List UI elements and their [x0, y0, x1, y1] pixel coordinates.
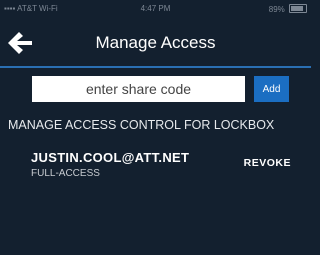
- status-time: 4:47 PM: [140, 4, 171, 13]
- page-title: Manage Access: [95, 33, 216, 52]
- status-bar: ▪▪▪▪ AT&T Wi-Fi 4:47 PM 89%: [0, 0, 311, 20]
- user-email: JUSTIN.COOL@ATT.NET: [31, 150, 190, 165]
- add-button[interactable]: Add: [254, 76, 289, 102]
- battery-percent: 89%: [268, 5, 285, 14]
- access-level: FULL-ACCESS: [31, 168, 100, 179]
- share-code-input[interactable]: [32, 76, 245, 102]
- revoke-button[interactable]: REVOKE: [244, 157, 291, 169]
- access-list-item: JUSTIN.COOL@ATT.NET FULL-ACCESS REVOKE: [0, 146, 311, 186]
- status-right: 89%: [269, 4, 307, 14]
- navigation-bar: Manage Access: [0, 20, 311, 68]
- section-title: MANAGE ACCESS CONTROL FOR LOCKBOX: [8, 118, 275, 132]
- battery-icon: [289, 4, 307, 13]
